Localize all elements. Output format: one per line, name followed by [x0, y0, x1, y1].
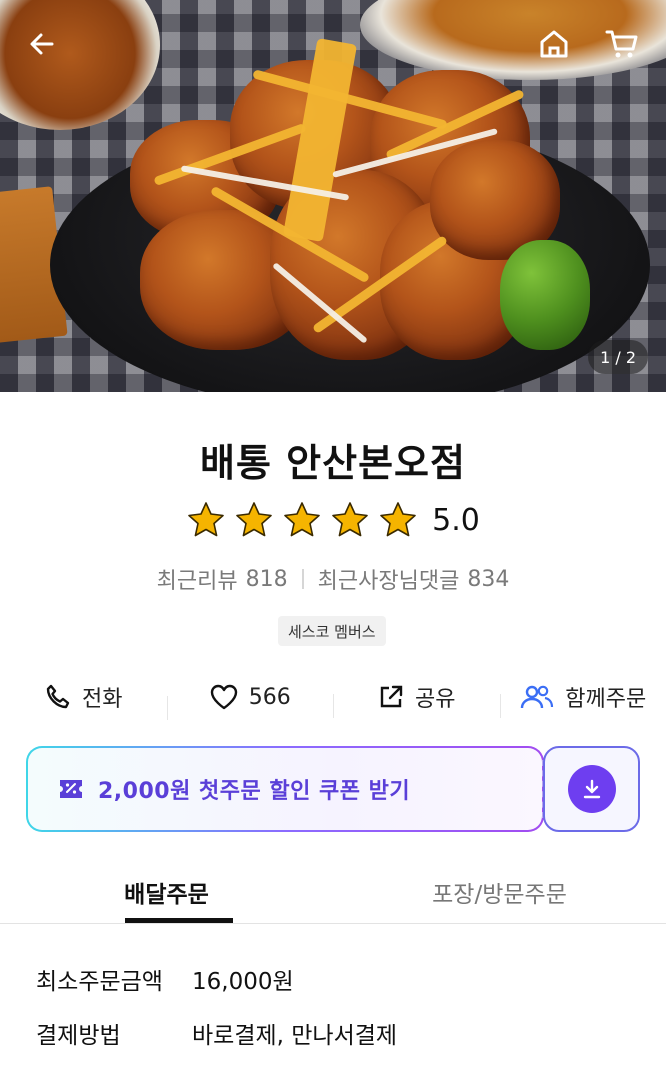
group-order-button[interactable]: 함께주문	[499, 681, 666, 718]
parsley-garnish	[500, 240, 590, 350]
min-order-row: 최소주문금액 16,000원	[36, 962, 294, 996]
store-name: 배통 안산본오점	[200, 441, 466, 485]
rating-row[interactable]: 5.0	[0, 500, 666, 540]
rating-value: 5.0	[432, 502, 480, 538]
download-circle	[567, 765, 616, 813]
tab-delivery[interactable]: 배달주문	[0, 860, 333, 923]
review-summary[interactable]: 최근리뷰 818 최근사장님댓글 834	[0, 563, 666, 595]
coupon-content: 2,000원 첫주문 할인 쿠폰 받기	[28, 748, 542, 830]
min-order-label: 최소주문금액	[36, 969, 163, 995]
like-button[interactable]: 566	[166, 683, 334, 720]
coupon-ticket-icon	[60, 780, 82, 798]
recent-reviews-count[interactable]: 818	[246, 567, 288, 592]
tab-pickup[interactable]: 포장/방문주문	[333, 860, 666, 923]
download-icon	[583, 779, 600, 799]
image-page-indicator: 1 / 2	[588, 340, 648, 374]
recent-reviews-label[interactable]: 최근리뷰	[157, 563, 238, 595]
hero-image[interactable]: 1 / 2	[0, 0, 666, 392]
back-button[interactable]	[20, 22, 64, 66]
home-button[interactable]	[532, 22, 576, 66]
heart-icon	[210, 684, 237, 710]
like-count: 566	[248, 684, 291, 710]
first-order-coupon-banner[interactable]: 2,000원 첫주문 할인 쿠폰 받기	[26, 746, 544, 832]
min-order-value: 16,000원	[192, 969, 294, 995]
order-type-tabs: 배달주문 포장/방문주문	[0, 860, 666, 924]
cart-icon	[605, 30, 638, 58]
call-button[interactable]: 전화	[0, 681, 167, 713]
divider	[301, 569, 304, 589]
star-icon	[236, 502, 272, 537]
group-icon	[521, 685, 554, 709]
cart-button[interactable]	[600, 22, 644, 66]
phone-icon	[46, 684, 70, 709]
star-icon	[380, 502, 416, 537]
arrow-left-icon	[30, 33, 54, 55]
payment-method-row: 결제방법 바로결제, 만나서결제	[36, 1016, 397, 1050]
owner-replies-label[interactable]: 최근사장님댓글	[318, 563, 460, 595]
star-icon	[188, 502, 224, 537]
payment-method-value: 바로결제, 만나서결제	[192, 1023, 398, 1049]
star-icon	[284, 502, 320, 537]
share-label: 공유	[415, 687, 456, 712]
coupon-text: 2,000원 첫주문 할인 쿠폰 받기	[98, 779, 411, 804]
coupon-download-button[interactable]	[543, 746, 640, 832]
share-button[interactable]: 공유	[333, 681, 500, 718]
call-label: 전화	[82, 687, 123, 712]
star-icon	[332, 502, 368, 537]
cesco-members-badge: 세스코 멤버스	[278, 616, 386, 646]
store-actions: 전화 566 공유 함께주문	[0, 672, 666, 722]
home-icon	[540, 30, 568, 58]
payment-method-label: 결제방법	[36, 1023, 121, 1049]
share-icon	[380, 685, 403, 708]
group-order-label: 함께주문	[565, 687, 647, 712]
owner-replies-count[interactable]: 834	[467, 567, 509, 592]
